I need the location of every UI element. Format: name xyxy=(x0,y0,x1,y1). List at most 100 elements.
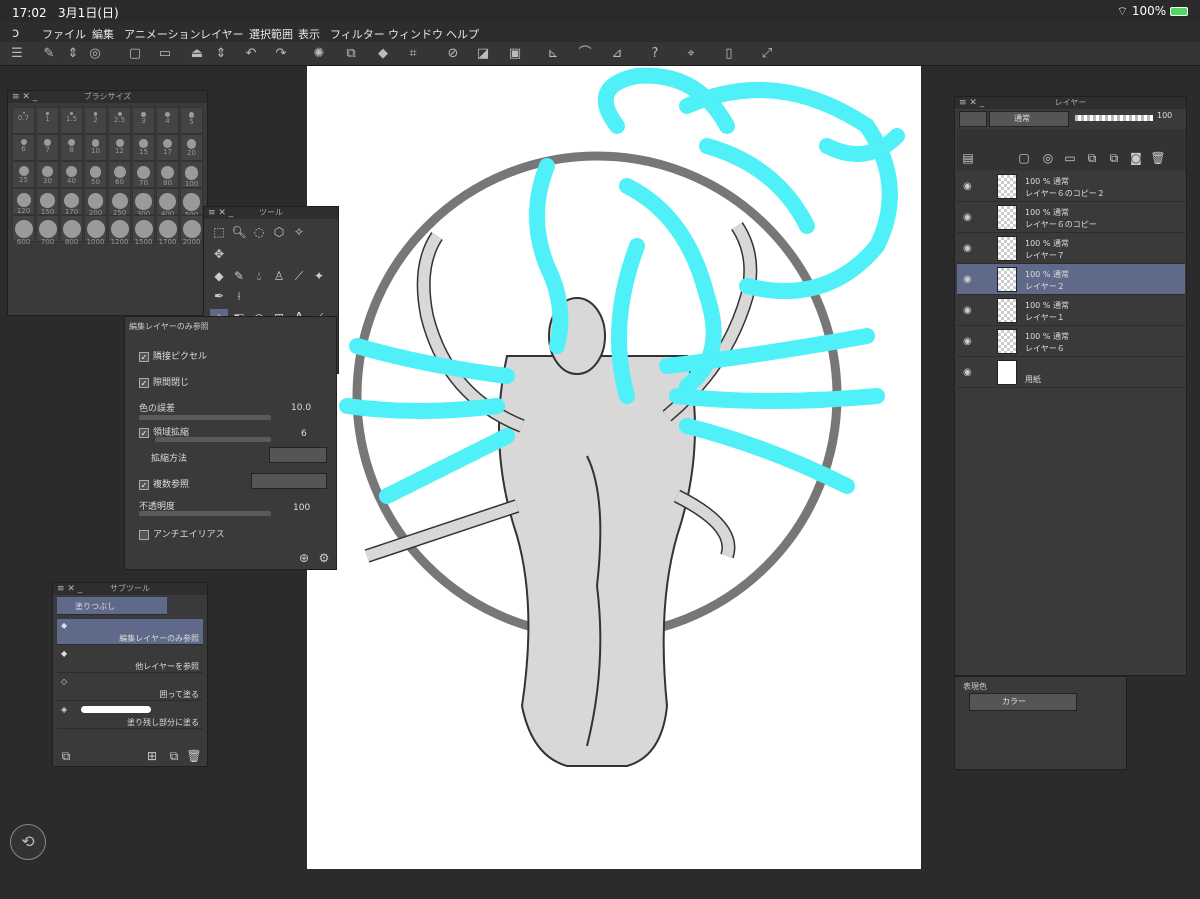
save-icon[interactable]: ⏏ xyxy=(188,45,206,63)
cloud-icon[interactable]: ◎ xyxy=(86,45,104,63)
blend-tool-icon[interactable]: 💧︎ xyxy=(250,267,268,285)
brush-size-cell[interactable]: 1000 xyxy=(84,215,107,246)
sub-tool-item[interactable]: ◆ 編集レイヤーのみ参照 xyxy=(57,619,203,645)
close-icon[interactable]: ≡ ✕ _ xyxy=(959,97,984,109)
sub-tool-item[interactable]: ◈ 塗り残し部分に塗る xyxy=(57,703,203,729)
pencil-tool-icon[interactable]: ✎ xyxy=(230,267,248,285)
brush-size-cell[interactable]: 15 xyxy=(132,134,155,161)
menu-window[interactable]: ウィンドウ xyxy=(388,26,443,42)
layer-list-icon[interactable]: ▤ xyxy=(959,149,977,167)
menu-file[interactable]: ファイル xyxy=(42,26,86,42)
brush-size-cell[interactable]: 600 xyxy=(12,215,35,246)
delete-sub-tool-icon[interactable]: 🗑︎ xyxy=(185,747,203,765)
scaling-method-selector[interactable] xyxy=(269,447,327,463)
device-icon[interactable]: ▯ xyxy=(720,45,738,63)
fill-icon[interactable]: ◆ xyxy=(374,45,392,63)
new-file-icon[interactable]: ▢ xyxy=(126,45,144,63)
close-icon[interactable]: ≡ ✕ _ xyxy=(57,583,82,595)
airbrush-tool-icon[interactable]: ♙ xyxy=(270,267,288,285)
brush-icon[interactable]: ⌒ xyxy=(576,45,594,63)
reset-icon[interactable]: ⊕ xyxy=(295,549,313,567)
brush-tool-icon[interactable]: ⟋ xyxy=(290,267,308,285)
delete-layer-icon[interactable]: 🗑︎ xyxy=(1149,149,1167,167)
help-icon[interactable]: ? xyxy=(646,45,664,63)
close-gap-row[interactable]: ✓ 隙間閉じ xyxy=(139,375,189,399)
brush-size-cell[interactable]: 80 xyxy=(156,161,179,188)
duplicate-sub-tool-icon[interactable]: ⧉ xyxy=(165,747,183,765)
brush-size-cell[interactable]: 6 xyxy=(12,134,35,161)
transform-icon[interactable]: ⌗ xyxy=(404,45,422,63)
sub-tool-item[interactable]: ◆ 他レイヤーを参照 xyxy=(57,647,203,673)
rotate-canvas-icon[interactable]: ⟲ xyxy=(10,824,46,860)
menu-selection[interactable]: 選択範囲 xyxy=(249,26,293,42)
layer-row[interactable]: ◉ 100 % 通常 レイヤー１ xyxy=(957,295,1185,326)
ruler-icon[interactable]: ⊾ xyxy=(544,45,562,63)
copy-layer-icon[interactable]: ⧉ xyxy=(1105,149,1123,167)
brush-size-cell[interactable]: 2.5 xyxy=(108,107,131,134)
brush-size-cell[interactable]: 5 xyxy=(180,107,203,134)
layer-row[interactable]: ◉ 100 % 通常 レイヤー６のコピー xyxy=(957,202,1185,233)
layer-opacity-value[interactable]: 100 xyxy=(1157,111,1172,120)
fullscreen-icon[interactable]: ⤢ xyxy=(758,45,776,63)
settings-icon[interactable]: ⚙ xyxy=(315,549,333,567)
invert-selection-icon[interactable]: ◪ xyxy=(474,45,492,63)
menu-view[interactable]: 表示 xyxy=(298,26,320,42)
menu-filter[interactable]: フィルター xyxy=(330,26,385,42)
adjacent-pixel-row[interactable]: ✓ 隣接ピクセル xyxy=(139,349,207,373)
opacity-slider[interactable] xyxy=(139,511,271,516)
new-folder-icon[interactable]: ▭ xyxy=(1061,149,1079,167)
selection-border-icon[interactable]: ▣ xyxy=(506,45,524,63)
layer-row[interactable]: ◉ 100 % 通常 レイヤー６ xyxy=(957,326,1185,357)
menu-animation[interactable]: アニメーション xyxy=(124,26,201,42)
brush-size-cell[interactable]: 3 xyxy=(132,107,155,134)
checkbox[interactable]: ✓ xyxy=(139,377,149,388)
menu-edit[interactable]: 編集 xyxy=(92,26,114,42)
layer-row[interactable]: ◉ 100 % 通常 レイヤー７ xyxy=(957,233,1185,264)
brush-size-cell[interactable]: 30 xyxy=(36,161,59,188)
loading-icon[interactable]: ✺ xyxy=(310,45,328,63)
checkbox[interactable]: ✓ xyxy=(139,479,149,490)
checkbox[interactable]: ✓ xyxy=(139,427,149,438)
drawing-canvas[interactable] xyxy=(307,66,921,869)
brush-size-cell[interactable]: 70 xyxy=(132,161,155,188)
cursor-icon[interactable]: ⌖ xyxy=(682,45,700,63)
eye-icon[interactable]: ◉ xyxy=(963,274,972,285)
edit-icon[interactable]: ✎ xyxy=(40,45,58,63)
brush-size-cell[interactable]: 1.5 xyxy=(60,107,83,134)
chevron-updown-icon-2[interactable]: ⇕ xyxy=(212,45,230,63)
brush-size-cell[interactable]: 700 xyxy=(36,215,59,246)
blend-mode-select[interactable]: 通常 xyxy=(989,111,1069,127)
brush-size-cell[interactable]: 2000 xyxy=(180,215,203,246)
brush-size-cell[interactable]: 800 xyxy=(60,215,83,246)
object-tool-icon[interactable]: ⬡ xyxy=(270,223,288,241)
eye-icon[interactable]: ◉ xyxy=(963,305,972,316)
layer-type-selector[interactable] xyxy=(959,111,987,127)
brush-size-cell[interactable]: 150 xyxy=(36,188,59,216)
color-expression-select[interactable]: カラー xyxy=(969,693,1077,711)
close-icon[interactable]: ≡ ✕ _ xyxy=(12,91,37,103)
close-icon[interactable]: ≡ ✕ _ xyxy=(208,207,233,219)
brush-size-cell[interactable]: 12 xyxy=(108,134,131,161)
color-margin-value[interactable]: 10.0 xyxy=(291,403,311,427)
brush-size-cell[interactable]: 250 xyxy=(108,188,131,217)
eye-icon[interactable]: ◉ xyxy=(963,336,972,347)
copy-icon[interactable]: ⧉ xyxy=(342,45,360,63)
menu-layer[interactable]: レイヤー xyxy=(200,26,244,42)
new-vector-layer-icon[interactable]: ◎ xyxy=(1039,149,1057,167)
new-raster-layer-icon[interactable]: ▢ xyxy=(1015,149,1033,167)
magic-wand-icon[interactable]: ✧ xyxy=(290,223,308,241)
brush-size-cell[interactable]: 100 xyxy=(180,161,203,188)
multi-refer-row[interactable]: ✓ 複数参照 xyxy=(139,477,189,501)
color-margin-slider[interactable] xyxy=(139,415,271,420)
brush-size-cell[interactable]: 7 xyxy=(36,134,59,161)
layer-row[interactable]: ◉ 100 % 通常 レイヤー２ xyxy=(957,264,1185,295)
brush-size-cell[interactable]: 20 xyxy=(180,134,203,161)
checkbox[interactable] xyxy=(139,529,149,540)
add-sub-tool-icon[interactable]: ⊞ xyxy=(143,747,161,765)
brush-size-cell[interactable]: 0.7 xyxy=(12,107,35,134)
layer-row[interactable]: ◉ 100 % 通常 レイヤー６のコピー２ xyxy=(957,171,1185,202)
brush-size-cell[interactable]: 50 xyxy=(84,161,107,188)
antialias-row[interactable]: アンチエイリアス xyxy=(139,527,225,551)
eye-icon[interactable]: ◉ xyxy=(963,367,972,378)
eraser-tool-icon[interactable]: ◆ xyxy=(210,267,228,285)
